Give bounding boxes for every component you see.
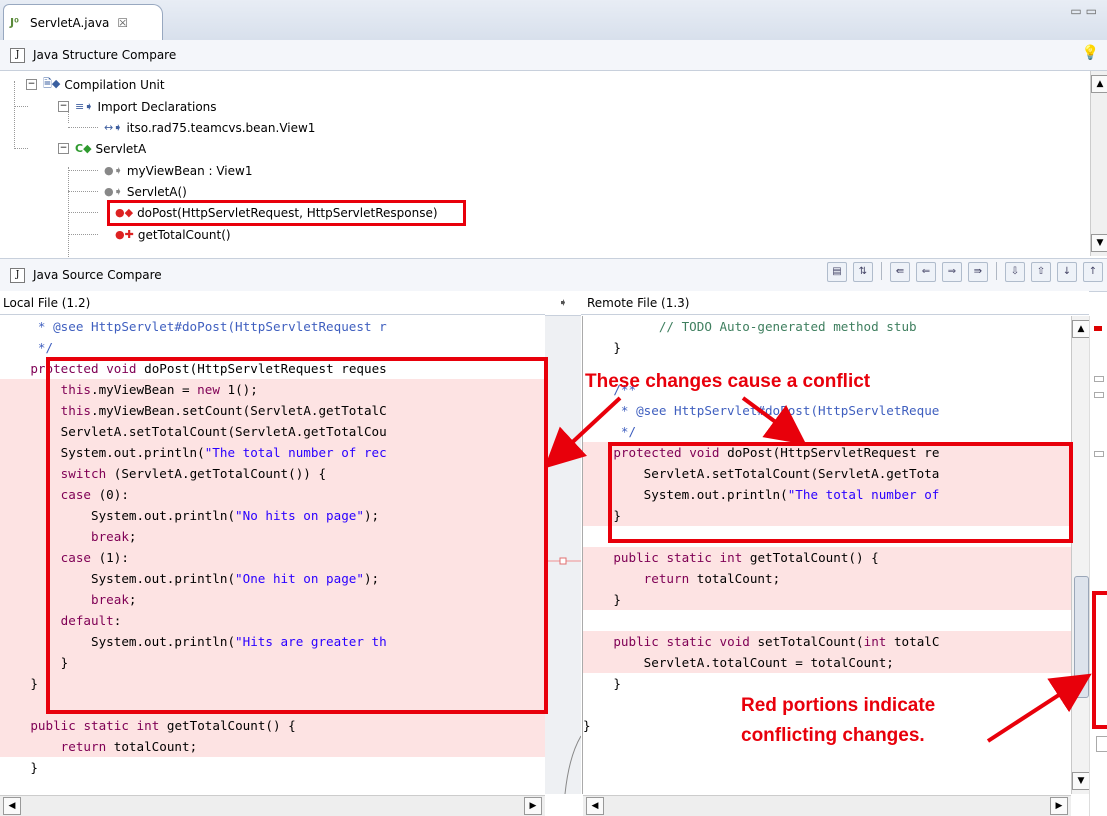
callout-arrows: [544, 396, 1092, 743]
